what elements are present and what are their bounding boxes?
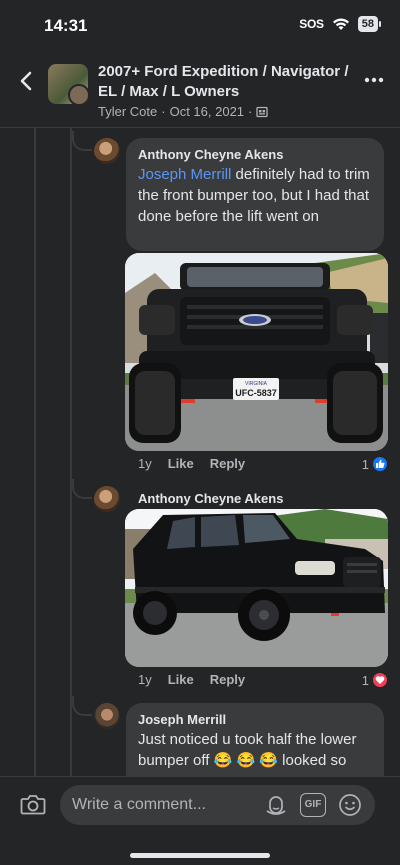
- emoji-icon[interactable]: [338, 793, 362, 817]
- wifi-icon: [332, 18, 349, 30]
- comment-photo[interactable]: VIRGINIA UFC-5837: [125, 253, 388, 451]
- thread-line: [34, 128, 36, 778]
- comment-bubble: Anthony Cheyne Akens Joseph Merrill defi…: [126, 138, 384, 251]
- more-options-icon[interactable]: [364, 76, 384, 84]
- like-button[interactable]: Like: [168, 456, 194, 471]
- post-date[interactable]: Oct 16, 2021: [170, 104, 244, 119]
- comment-photo[interactable]: [125, 509, 388, 667]
- comment-text-line: bumper off 😂 😂 😂 looked so: [138, 750, 372, 771]
- comment-text-line: Just noticed u took half the lower: [138, 731, 357, 748]
- plate-state: VIRGINIA: [245, 381, 268, 387]
- avatar-sticker-icon[interactable]: [264, 793, 288, 817]
- comment-actions: 1y Like Reply: [138, 672, 245, 687]
- status-bar: 14:31 SOS 58: [0, 0, 400, 52]
- thread-branch: [72, 131, 92, 151]
- comment-author[interactable]: Anthony Cheyne Akens: [138, 490, 283, 508]
- thread-line: [70, 128, 72, 778]
- comment-author[interactable]: Anthony Cheyne Akens: [138, 146, 372, 164]
- comment-age: 1y: [138, 672, 152, 687]
- back-arrow-icon[interactable]: [14, 66, 38, 96]
- post-meta: Tyler Cote · Oct 16, 2021 ·: [98, 104, 269, 119]
- battery-indicator: 58: [357, 16, 382, 32]
- comment-actions: 1y Like Reply: [138, 456, 245, 471]
- group-avatar[interactable]: [48, 64, 88, 104]
- mention-link[interactable]: Joseph Merrill: [138, 166, 231, 183]
- gif-icon[interactable]: GIF: [300, 793, 326, 817]
- comment-composer: Write a comment... GIF: [0, 776, 400, 865]
- thread-branch: [72, 696, 92, 716]
- reply-button[interactable]: Reply: [210, 672, 245, 687]
- comment-text: Joseph Merrill definitely had to trim th…: [138, 164, 372, 227]
- comment-body: bumper off: [138, 752, 214, 769]
- plate-number: UFC-5837: [235, 388, 277, 398]
- heart-icon: [372, 672, 388, 688]
- reaction-summary[interactable]: 1: [362, 456, 388, 472]
- avatar[interactable]: [94, 703, 120, 729]
- reaction-count: 1: [361, 672, 369, 688]
- reply-button[interactable]: Reply: [210, 456, 245, 471]
- reaction-summary[interactable]: 1: [362, 672, 388, 688]
- laughing-emoji: 😂 😂 😂: [213, 752, 278, 769]
- truck-side-photo: [125, 509, 388, 667]
- comment-body: looked so: [277, 752, 347, 769]
- thumbs-up-icon: [372, 456, 388, 472]
- comment-input-placeholder: Write a comment...: [72, 796, 206, 813]
- status-time: 14:31: [44, 16, 88, 35]
- comment-input[interactable]: Write a comment... GIF: [60, 785, 375, 825]
- camera-icon[interactable]: [20, 793, 46, 815]
- group-privacy-icon: [256, 106, 269, 117]
- reaction-count: 1: [361, 456, 369, 472]
- comment-age: 1y: [138, 456, 152, 471]
- like-button[interactable]: Like: [168, 672, 194, 687]
- sos-indicator: SOS: [299, 17, 324, 31]
- post-header: 2007+ Ford Expedition / Navigator / EL /…: [0, 52, 400, 128]
- thread-branch: [72, 479, 92, 499]
- post-author[interactable]: Tyler Cote: [98, 104, 157, 119]
- meta-separator: ·: [248, 104, 253, 119]
- status-indicators: SOS 58: [299, 16, 382, 32]
- meta-separator: ·: [161, 104, 166, 119]
- avatar[interactable]: [94, 486, 120, 512]
- comment-author[interactable]: Joseph Merrill: [138, 711, 372, 729]
- home-indicator: [130, 853, 270, 858]
- group-title[interactable]: 2007+ Ford Expedition / Navigator / EL /…: [98, 62, 358, 102]
- truck-front-photo: VIRGINIA UFC-5837: [125, 253, 388, 451]
- avatar[interactable]: [94, 138, 120, 164]
